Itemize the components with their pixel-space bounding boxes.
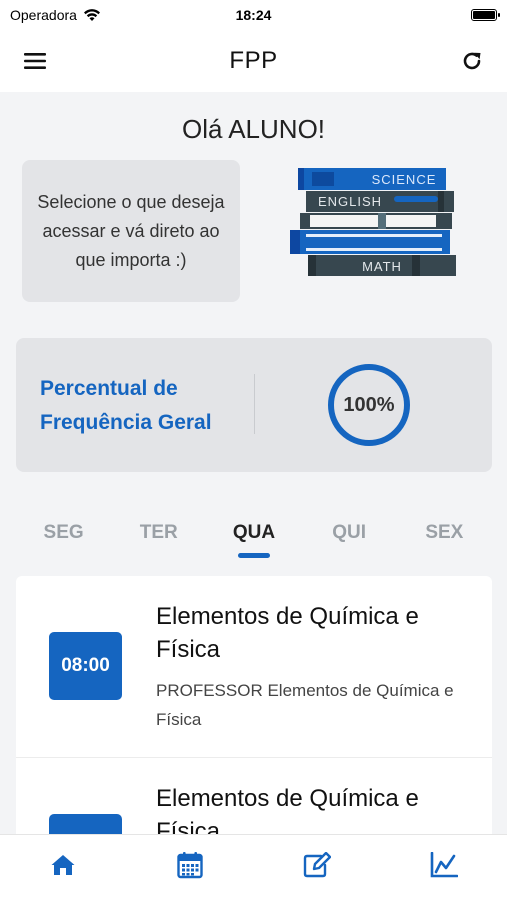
frequency-value: 100%: [343, 393, 395, 416]
bottom-tab-bar: [0, 834, 507, 900]
calendar-icon: [177, 851, 203, 878]
frequency-ring: 100%: [328, 364, 410, 446]
tab-chart[interactable]: [414, 845, 474, 885]
books-illustration: SCIENCE ENGLISH MATH: [290, 168, 456, 276]
frequency-label: Percentual de Frequência Geral: [40, 377, 212, 434]
class-item[interactable]: 08:00 Elementos de Química e Física PROF…: [16, 576, 492, 758]
greeting: Olá ALUNO!: [181, 114, 326, 144]
time-badge: [49, 814, 122, 834]
class-list: 08:00 Elementos de Química e Física PROF…: [16, 576, 492, 834]
carrier-label: Operadora: [10, 7, 77, 23]
time-badge: 08:00: [49, 632, 122, 700]
hint-card: Selecione o que deseja acessar e vá dire…: [22, 160, 240, 302]
battery-icon: [471, 9, 500, 21]
status-left: Operadora: [10, 7, 101, 23]
tab-qua[interactable]: QUA: [214, 522, 294, 558]
status-bar: Operadora 18:24: [0, 0, 507, 30]
class-title: Elementos de Química e Física: [156, 603, 419, 663]
book-english-label: ENGLISH: [318, 194, 382, 209]
tab-seg[interactable]: SEG: [24, 522, 104, 558]
refresh-icon[interactable]: [457, 46, 487, 76]
edit-icon: [303, 851, 331, 877]
hint-text: Selecione o que deseja acessar e vá dire…: [37, 191, 225, 270]
chart-icon: [430, 851, 458, 877]
tab-calendar[interactable]: [160, 845, 220, 885]
wifi-icon: [83, 9, 100, 21]
weekday-tabs: SEG TER QUA QUI SEX: [16, 522, 492, 558]
page-title: FPP: [229, 47, 278, 74]
divider: [254, 374, 255, 434]
class-item[interactable]: Elementos de Química e Física: [16, 758, 492, 834]
class-title: Elementos de Química e Física: [156, 785, 419, 834]
book-science-label: SCIENCE: [372, 172, 437, 187]
class-professor: PROFESSOR Elementos de Química e Física: [156, 681, 454, 729]
hamburger-menu-icon[interactable]: [20, 46, 50, 76]
tab-sex[interactable]: SEX: [404, 522, 484, 558]
nav-bar: FPP: [0, 30, 507, 92]
tab-ter[interactable]: TER: [119, 522, 199, 558]
tab-edit[interactable]: [287, 845, 347, 885]
tab-home[interactable]: [33, 845, 93, 885]
main-content: Olá ALUNO! Selecione o que deseja acessa…: [0, 92, 507, 834]
book-math-label: MATH: [362, 259, 402, 274]
tab-qui[interactable]: QUI: [309, 522, 389, 558]
frequency-card[interactable]: Percentual de Frequência Geral 100%: [16, 338, 492, 472]
home-icon: [51, 854, 75, 875]
